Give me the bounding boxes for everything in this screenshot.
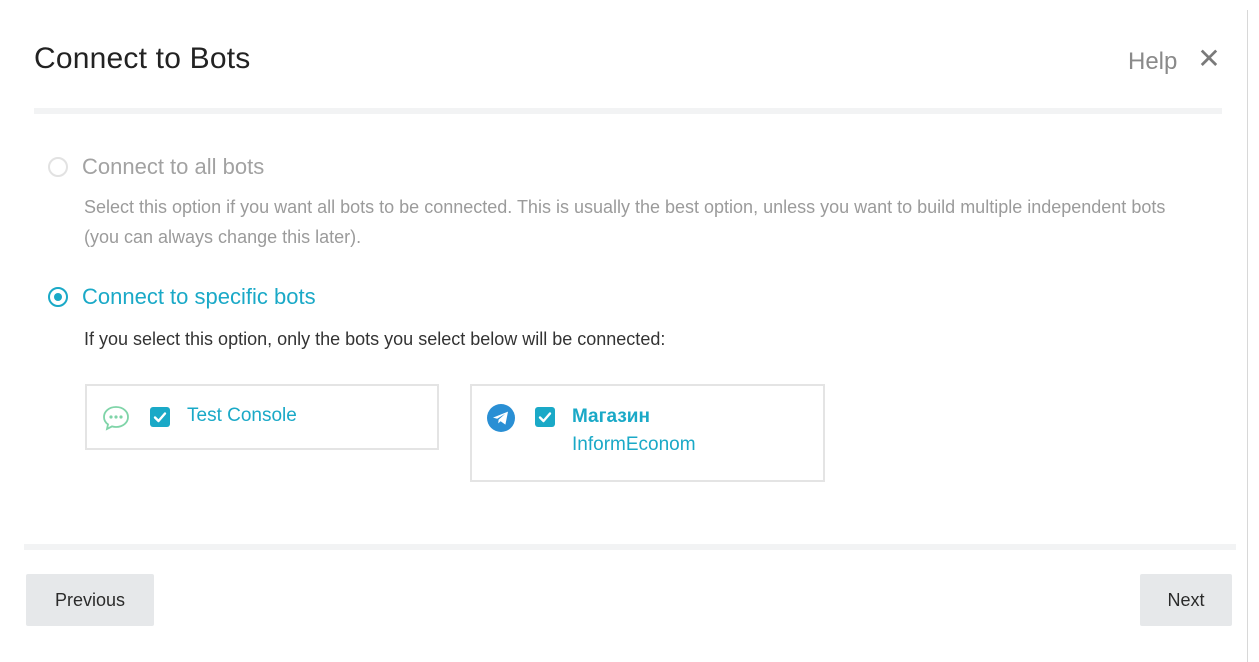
option-connect-specific-label: Connect to specific bots xyxy=(82,284,316,309)
option-connect-all[interactable]: Connect to all bots xyxy=(48,154,264,180)
telegram-icon xyxy=(487,404,515,432)
scroll-edge xyxy=(1247,10,1259,662)
bot-name-test-console: Test Console xyxy=(187,405,297,426)
checkmark-icon xyxy=(153,412,167,423)
checkmark-icon xyxy=(538,412,552,423)
option-connect-all-label: Connect to all bots xyxy=(82,154,265,179)
radio-connect-all[interactable] xyxy=(48,157,68,177)
chat-bubble-icon xyxy=(103,406,129,431)
bot-name-line1: Магазин xyxy=(572,406,650,427)
radio-connect-specific[interactable] xyxy=(48,287,68,307)
connect-bots-dialog: Connect to Bots Help ✕ Connect to all bo… xyxy=(0,0,1247,644)
close-button[interactable]: ✕ xyxy=(1193,42,1225,76)
option-connect-specific-description: If you select this option, only the bots… xyxy=(84,329,666,349)
bot-checkbox-test-console[interactable] xyxy=(150,407,170,427)
option-connect-all-description: Select this option if you want all bots … xyxy=(84,197,1166,247)
footer-divider xyxy=(24,544,1236,550)
help-link[interactable]: Help xyxy=(1128,48,1177,76)
bot-name-line2: InformEconom xyxy=(572,434,696,455)
bot-card-test-console[interactable]: Test Console xyxy=(85,384,439,450)
next-button[interactable]: Next xyxy=(1140,574,1232,626)
dialog-title: Connect to Bots xyxy=(34,42,251,75)
option-connect-specific[interactable]: Connect to specific bots xyxy=(48,284,316,310)
previous-button[interactable]: Previous xyxy=(26,574,154,626)
header-divider xyxy=(34,108,1222,114)
bot-card-magazin-informeconom[interactable]: Магазин InformEconom xyxy=(470,384,825,482)
bot-checkbox-magazin-informeconom[interactable] xyxy=(535,407,555,427)
close-icon: ✕ xyxy=(1197,43,1221,74)
bot-name-magazin-informeconom: Магазин InformEconom xyxy=(572,403,812,459)
